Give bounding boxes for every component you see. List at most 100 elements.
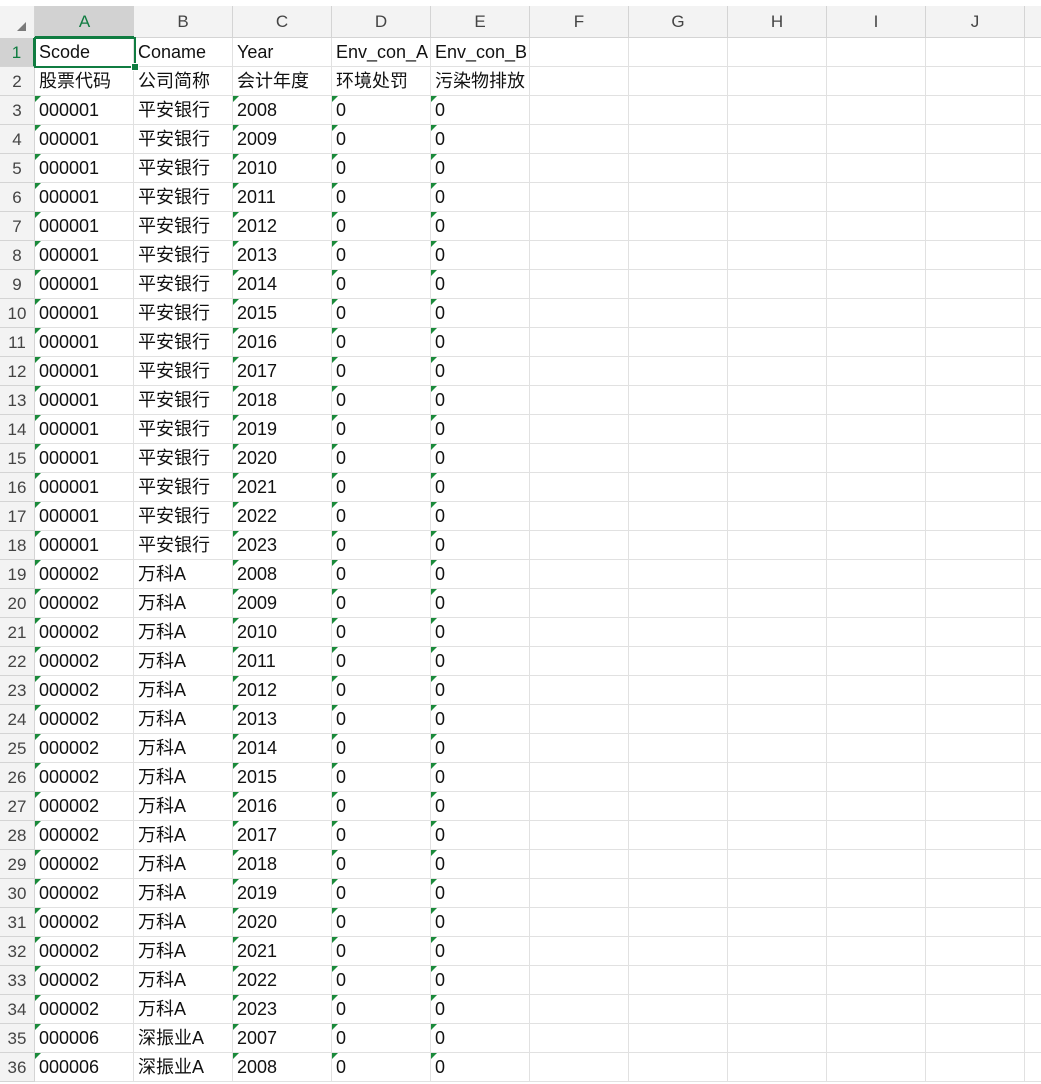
- cell-C17[interactable]: 2022: [233, 502, 332, 531]
- cell-J28[interactable]: [926, 821, 1025, 850]
- cell-B13[interactable]: 平安银行: [134, 386, 233, 415]
- cell-partial-29[interactable]: [1025, 850, 1041, 879]
- cell-I10[interactable]: [827, 299, 926, 328]
- cell-J21[interactable]: [926, 618, 1025, 647]
- cell-C25[interactable]: 2014: [233, 734, 332, 763]
- cell-G30[interactable]: [629, 879, 728, 908]
- cell-D7[interactable]: 0: [332, 212, 431, 241]
- cell-B24[interactable]: 万科A: [134, 705, 233, 734]
- cell-G19[interactable]: [629, 560, 728, 589]
- cell-D21[interactable]: 0: [332, 618, 431, 647]
- cell-D24[interactable]: 0: [332, 705, 431, 734]
- cell-G14[interactable]: [629, 415, 728, 444]
- row-header-32[interactable]: 32: [0, 937, 35, 966]
- cell-D13[interactable]: 0: [332, 386, 431, 415]
- row-header-8[interactable]: 8: [0, 241, 35, 270]
- cell-H21[interactable]: [728, 618, 827, 647]
- cell-E5[interactable]: 0: [431, 154, 530, 183]
- cell-J1[interactable]: [926, 38, 1025, 67]
- cell-G26[interactable]: [629, 763, 728, 792]
- cell-H14[interactable]: [728, 415, 827, 444]
- cell-H22[interactable]: [728, 647, 827, 676]
- cell-F9[interactable]: [530, 270, 629, 299]
- cell-J15[interactable]: [926, 444, 1025, 473]
- cell-J36[interactable]: [926, 1053, 1025, 1082]
- cell-H11[interactable]: [728, 328, 827, 357]
- cell-J12[interactable]: [926, 357, 1025, 386]
- cell-partial-6[interactable]: [1025, 183, 1041, 212]
- cell-G28[interactable]: [629, 821, 728, 850]
- cell-partial-28[interactable]: [1025, 821, 1041, 850]
- cell-E32[interactable]: 0: [431, 937, 530, 966]
- cell-A36[interactable]: 000006: [35, 1053, 134, 1082]
- cell-F22[interactable]: [530, 647, 629, 676]
- cell-A15[interactable]: 000001: [35, 444, 134, 473]
- cell-G32[interactable]: [629, 937, 728, 966]
- cell-I1[interactable]: [827, 38, 926, 67]
- cell-G25[interactable]: [629, 734, 728, 763]
- cell-partial-36[interactable]: [1025, 1053, 1041, 1082]
- cell-F30[interactable]: [530, 879, 629, 908]
- cell-A26[interactable]: 000002: [35, 763, 134, 792]
- cell-I7[interactable]: [827, 212, 926, 241]
- column-header-E[interactable]: E: [431, 6, 530, 38]
- cell-I12[interactable]: [827, 357, 926, 386]
- cell-B23[interactable]: 万科A: [134, 676, 233, 705]
- cell-C26[interactable]: 2015: [233, 763, 332, 792]
- cell-A30[interactable]: 000002: [35, 879, 134, 908]
- row-header-31[interactable]: 31: [0, 908, 35, 937]
- cell-J20[interactable]: [926, 589, 1025, 618]
- cell-G21[interactable]: [629, 618, 728, 647]
- cell-G7[interactable]: [629, 212, 728, 241]
- cell-E35[interactable]: 0: [431, 1024, 530, 1053]
- cell-partial-1[interactable]: [1025, 38, 1041, 67]
- cell-A34[interactable]: 000002: [35, 995, 134, 1024]
- cell-H5[interactable]: [728, 154, 827, 183]
- cell-J27[interactable]: [926, 792, 1025, 821]
- cell-E28[interactable]: 0: [431, 821, 530, 850]
- cell-E34[interactable]: 0: [431, 995, 530, 1024]
- cell-F31[interactable]: [530, 908, 629, 937]
- cell-E6[interactable]: 0: [431, 183, 530, 212]
- cell-D26[interactable]: 0: [332, 763, 431, 792]
- cell-A12[interactable]: 000001: [35, 357, 134, 386]
- cell-A35[interactable]: 000006: [35, 1024, 134, 1053]
- cell-B27[interactable]: 万科A: [134, 792, 233, 821]
- cell-B7[interactable]: 平安银行: [134, 212, 233, 241]
- cell-G15[interactable]: [629, 444, 728, 473]
- cell-G6[interactable]: [629, 183, 728, 212]
- row-header-36[interactable]: 36: [0, 1053, 35, 1082]
- column-header-G[interactable]: G: [629, 6, 728, 38]
- cell-partial-35[interactable]: [1025, 1024, 1041, 1053]
- cell-J34[interactable]: [926, 995, 1025, 1024]
- row-header-33[interactable]: 33: [0, 966, 35, 995]
- cell-B35[interactable]: 深振业A: [134, 1024, 233, 1053]
- cell-F20[interactable]: [530, 589, 629, 618]
- cell-G31[interactable]: [629, 908, 728, 937]
- cell-A22[interactable]: 000002: [35, 647, 134, 676]
- cell-D29[interactable]: 0: [332, 850, 431, 879]
- cell-H17[interactable]: [728, 502, 827, 531]
- cell-D5[interactable]: 0: [332, 154, 431, 183]
- cell-B32[interactable]: 万科A: [134, 937, 233, 966]
- row-header-5[interactable]: 5: [0, 154, 35, 183]
- cell-J23[interactable]: [926, 676, 1025, 705]
- cell-F11[interactable]: [530, 328, 629, 357]
- cell-B25[interactable]: 万科A: [134, 734, 233, 763]
- cell-D23[interactable]: 0: [332, 676, 431, 705]
- cell-C10[interactable]: 2015: [233, 299, 332, 328]
- cell-J17[interactable]: [926, 502, 1025, 531]
- cell-partial-2[interactable]: [1025, 67, 1041, 96]
- cell-D17[interactable]: 0: [332, 502, 431, 531]
- cell-G34[interactable]: [629, 995, 728, 1024]
- cell-partial-10[interactable]: [1025, 299, 1041, 328]
- cell-A5[interactable]: 000001: [35, 154, 134, 183]
- row-header-1[interactable]: 1: [0, 38, 35, 67]
- cell-J5[interactable]: [926, 154, 1025, 183]
- cell-E17[interactable]: 0: [431, 502, 530, 531]
- cell-A27[interactable]: 000002: [35, 792, 134, 821]
- row-header-6[interactable]: 6: [0, 183, 35, 212]
- row-header-29[interactable]: 29: [0, 850, 35, 879]
- cell-D10[interactable]: 0: [332, 299, 431, 328]
- cell-A24[interactable]: 000002: [35, 705, 134, 734]
